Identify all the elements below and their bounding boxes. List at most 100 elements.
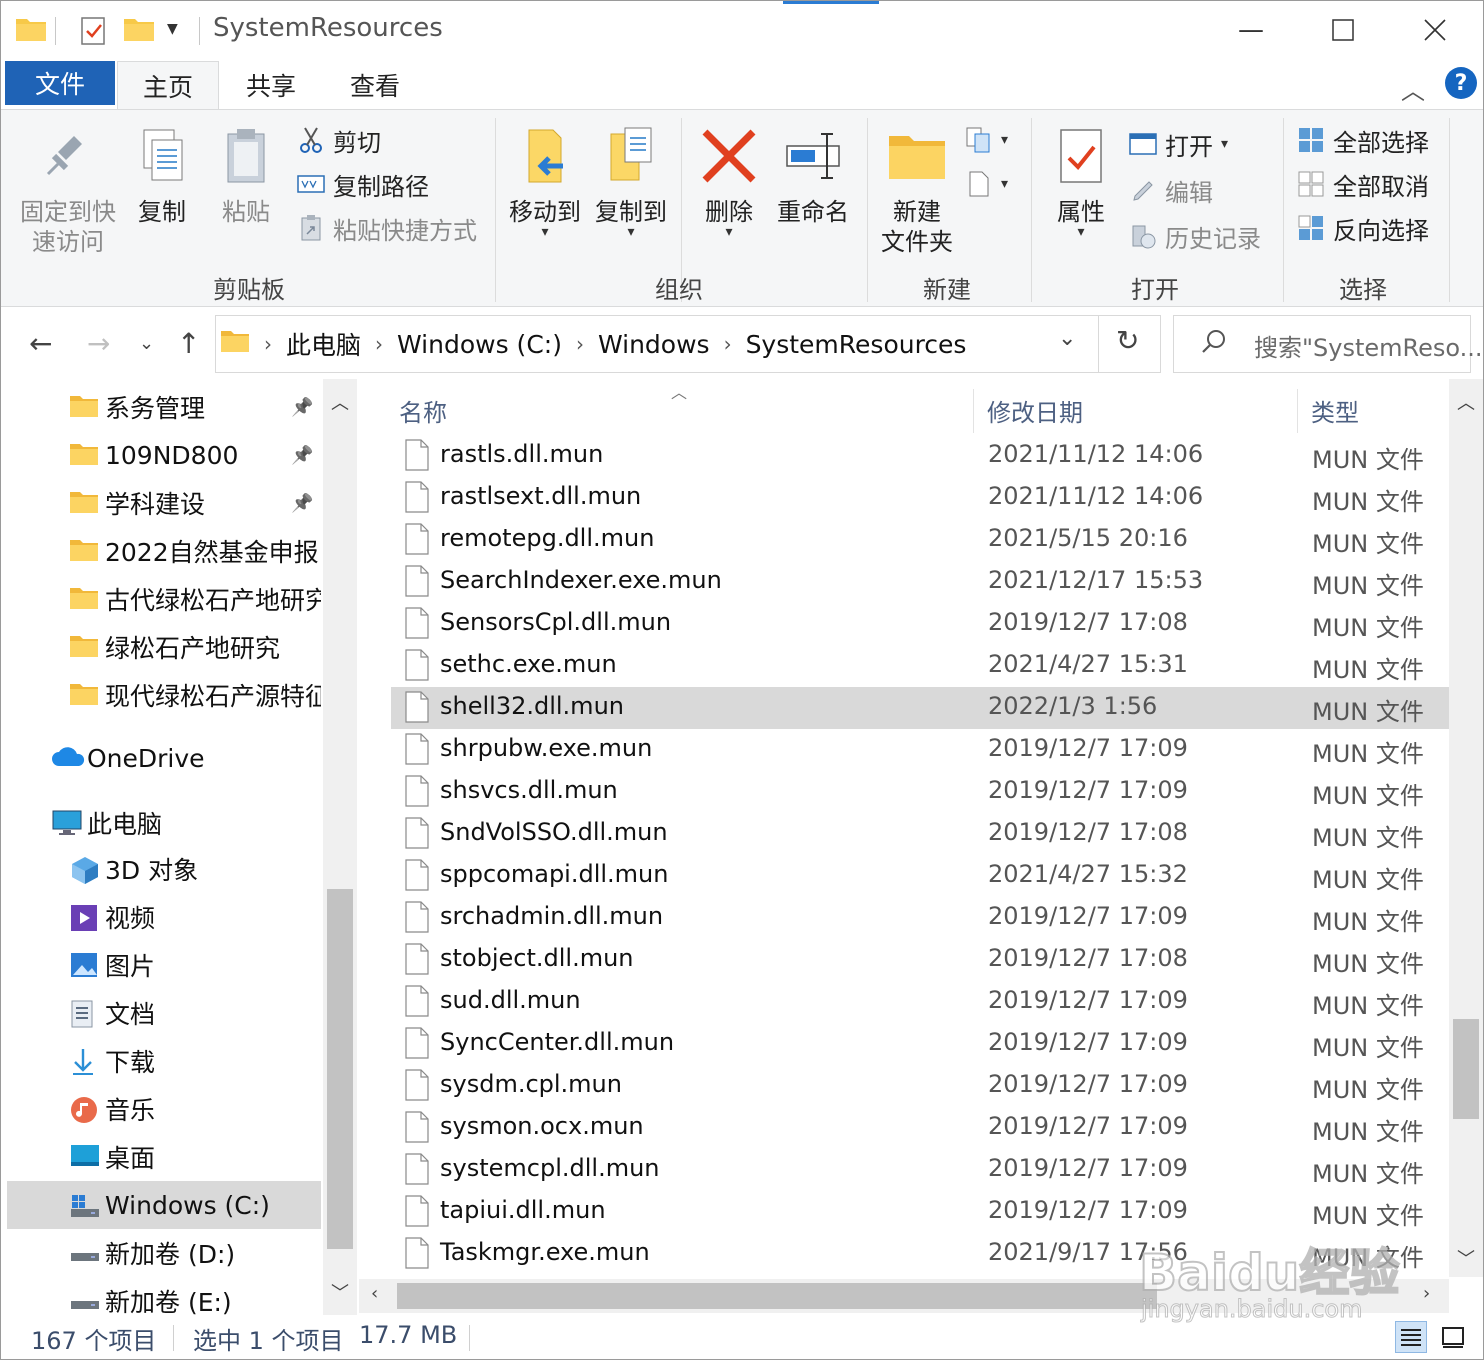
invert-selection-button[interactable]: 反向选择 [1297, 210, 1429, 246]
nav-item-pc[interactable]: 音乐 [7, 1085, 321, 1133]
nav-item-pc[interactable]: 新加卷 (E:) [7, 1277, 321, 1315]
nav-item-pc[interactable]: 下载 [7, 1037, 321, 1085]
nav-item-pc[interactable]: 视频 [7, 893, 321, 941]
tab-view[interactable]: 查看 [323, 61, 427, 109]
table-row[interactable]: sysmon.ocx.mun 2019/12/7 17:09 MUN 文件 [391, 1107, 1449, 1149]
scroll-up-icon[interactable]: ︿ [1457, 389, 1475, 415]
pin-icon[interactable]: 📌 [291, 493, 313, 514]
copy-path-button[interactable]: 复制路径 [297, 166, 429, 202]
nav-item-quick-access[interactable]: 109ND800 📌 [69, 431, 321, 479]
nav-item-quick-access[interactable]: 系务管理 📌 [69, 383, 321, 431]
scroll-up-icon[interactable]: ︿ [331, 389, 349, 415]
column-header-type[interactable]: 类型 [1311, 393, 1359, 428]
new-item-button[interactable]: ▾ [965, 122, 1008, 158]
column-header-name[interactable]: 名称 [399, 393, 447, 428]
search-input[interactable]: 搜索"SystemReso... [1254, 328, 1483, 363]
up-button[interactable]: ↑ [177, 327, 200, 360]
table-row[interactable]: rastls.dll.mun 2021/11/12 14:06 MUN 文件 [391, 435, 1449, 477]
refresh-button[interactable]: ↻ [1116, 324, 1139, 357]
new-folder-icon[interactable] [123, 15, 155, 47]
nav-item-pc[interactable]: 桌面 [7, 1133, 321, 1181]
copy-button[interactable]: 复制 [129, 126, 195, 227]
pin-icon[interactable]: 📌 [291, 445, 313, 466]
table-row[interactable]: rastlsext.dll.mun 2021/11/12 14:06 MUN 文件 [391, 477, 1449, 519]
select-none-button[interactable]: 全部取消 [1297, 166, 1429, 202]
nav-item-pc[interactable]: 图片 [7, 941, 321, 989]
scrollbar-thumb[interactable] [1453, 1019, 1479, 1119]
chevron-right-icon[interactable]: › [375, 332, 383, 356]
chevron-right-icon[interactable]: › [724, 332, 732, 356]
table-row[interactable]: SearchIndexer.exe.mun 2021/12/17 15:53 MUN… [391, 561, 1449, 603]
table-row[interactable]: remotepg.dll.mun 2021/5/15 20:16 MUN 文件 [391, 519, 1449, 561]
table-row[interactable]: srchadmin.dll.mun 2019/12/7 17:09 MUN 文件 [391, 897, 1449, 939]
table-row[interactable]: SyncCenter.dll.mun 2019/12/7 17:09 MUN 文件 [391, 1023, 1449, 1065]
table-row[interactable]: systemcpl.dll.mun 2019/12/7 17:09 MUN 文件 [391, 1149, 1449, 1191]
move-to-button[interactable]: 移动到 ▾ [505, 126, 585, 239]
nav-item-pc[interactable]: 文档 [7, 989, 321, 1037]
nav-item-pc[interactable]: 3D 对象 [7, 845, 321, 893]
scroll-down-icon[interactable]: ﹀ [1457, 1245, 1475, 1271]
breadcrumb-windows[interactable]: Windows [598, 330, 710, 359]
close-button[interactable] [1389, 1, 1481, 59]
table-row[interactable]: sud.dll.mun 2019/12/7 17:09 MUN 文件 [391, 981, 1449, 1023]
maximize-button[interactable] [1297, 1, 1389, 59]
recent-locations-button[interactable]: ⌄ [139, 333, 154, 354]
rename-button[interactable]: 重命名 [773, 126, 853, 227]
table-row[interactable]: sysdm.cpl.mun 2019/12/7 17:09 MUN 文件 [391, 1065, 1449, 1107]
scroll-down-icon[interactable]: ﹀ [331, 1279, 349, 1305]
column-header-date[interactable]: 修改日期 [987, 393, 1083, 428]
back-button[interactable]: ← [29, 327, 52, 360]
help-icon[interactable]: ? [1445, 67, 1477, 99]
properties-button[interactable]: 属性 ▾ [1045, 126, 1117, 239]
table-row[interactable]: shell32.dll.mun 2022/1/3 1:56 MUN 文件 [391, 687, 1449, 729]
scrollbar-thumb[interactable] [397, 1283, 1157, 1309]
paste-shortcut-button[interactable]: 粘贴快捷方式 [297, 210, 477, 246]
select-all-button[interactable]: 全部选择 [1297, 122, 1429, 158]
breadcrumb-drive-c[interactable]: Windows (C:) [397, 330, 562, 359]
address-history-button[interactable]: ⌄ [1058, 326, 1076, 351]
tab-home[interactable]: 主页 [117, 61, 219, 110]
table-row[interactable]: stobject.dll.mun 2019/12/7 17:08 MUN 文件 [391, 939, 1449, 981]
table-row[interactable]: shsvcs.dll.mun 2019/12/7 17:09 MUN 文件 [391, 771, 1449, 813]
table-row[interactable]: SndVolSSO.dll.mun 2019/12/7 17:08 MUN 文件 [391, 813, 1449, 855]
tab-file[interactable]: 文件 [5, 61, 115, 105]
nav-item-this-pc[interactable]: 此电脑 [51, 799, 321, 847]
scroll-left-icon[interactable]: ‹ [371, 1283, 378, 1304]
nav-item-pc[interactable]: Windows (C:) [7, 1181, 321, 1229]
nav-item-onedrive[interactable]: OneDrive [51, 734, 321, 782]
table-row[interactable]: sppcomapi.dll.mun 2021/4/27 15:32 MUN 文件 [391, 855, 1449, 897]
paste-button[interactable]: 粘贴 [213, 126, 279, 227]
table-row[interactable]: SensorsCpl.dll.mun 2019/12/7 17:08 MUN 文件 [391, 603, 1449, 645]
tab-share[interactable]: 共享 [219, 61, 323, 109]
copy-to-button[interactable]: 复制到 ▾ [591, 126, 671, 239]
nav-item-quick-access[interactable]: 2022自然基金申报 [69, 527, 321, 575]
open-button[interactable]: 打开 ▾ [1129, 126, 1228, 162]
nav-item-quick-access[interactable]: 古代绿松石产地研究 [69, 575, 321, 623]
edit-button[interactable]: 编辑 [1129, 172, 1213, 208]
chevron-right-icon[interactable]: › [576, 332, 584, 356]
vertical-scrollbar[interactable]: ︿ ﹀ [1449, 379, 1483, 1277]
delete-button[interactable]: 删除 ▾ [691, 126, 767, 239]
scrollbar-thumb[interactable] [327, 889, 353, 1249]
table-row[interactable]: sethc.exe.mun 2021/4/27 15:31 MUN 文件 [391, 645, 1449, 687]
easy-access-button[interactable]: ▾ [965, 166, 1008, 202]
column-divider[interactable] [973, 389, 974, 433]
history-button[interactable]: 历史记录 [1129, 218, 1261, 254]
nav-item-quick-access[interactable]: 绿松石产地研究 [69, 623, 321, 671]
pin-icon[interactable]: 📌 [291, 397, 313, 418]
nav-item-pc[interactable]: 新加卷 (D:) [7, 1229, 321, 1277]
search-box[interactable]: 搜索"SystemReso... [1173, 315, 1483, 373]
breadcrumb-this-pc[interactable]: 此电脑 [286, 326, 361, 362]
minimize-button[interactable]: — [1205, 1, 1297, 59]
forward-button[interactable]: → [87, 327, 110, 360]
address-bar[interactable]: › 此电脑 › Windows (C:) › Windows › SystemR… [215, 315, 1161, 373]
breadcrumb-systemresources[interactable]: SystemResources [746, 330, 967, 359]
cut-button[interactable]: 剪切 [297, 122, 381, 158]
nav-item-quick-access[interactable]: 现代绿松石产源特征 [69, 671, 321, 719]
customize-quick-access-icon[interactable]: ▼ [167, 21, 178, 37]
nav-item-quick-access[interactable]: 学科建设 📌 [69, 479, 321, 527]
column-divider[interactable] [1297, 389, 1298, 433]
table-row[interactable]: shrpubw.exe.mun 2019/12/7 17:09 MUN 文件 [391, 729, 1449, 771]
pin-to-quick-access-button[interactable]: 固定到快 速访问 [15, 126, 121, 257]
properties-icon[interactable] [79, 15, 107, 51]
